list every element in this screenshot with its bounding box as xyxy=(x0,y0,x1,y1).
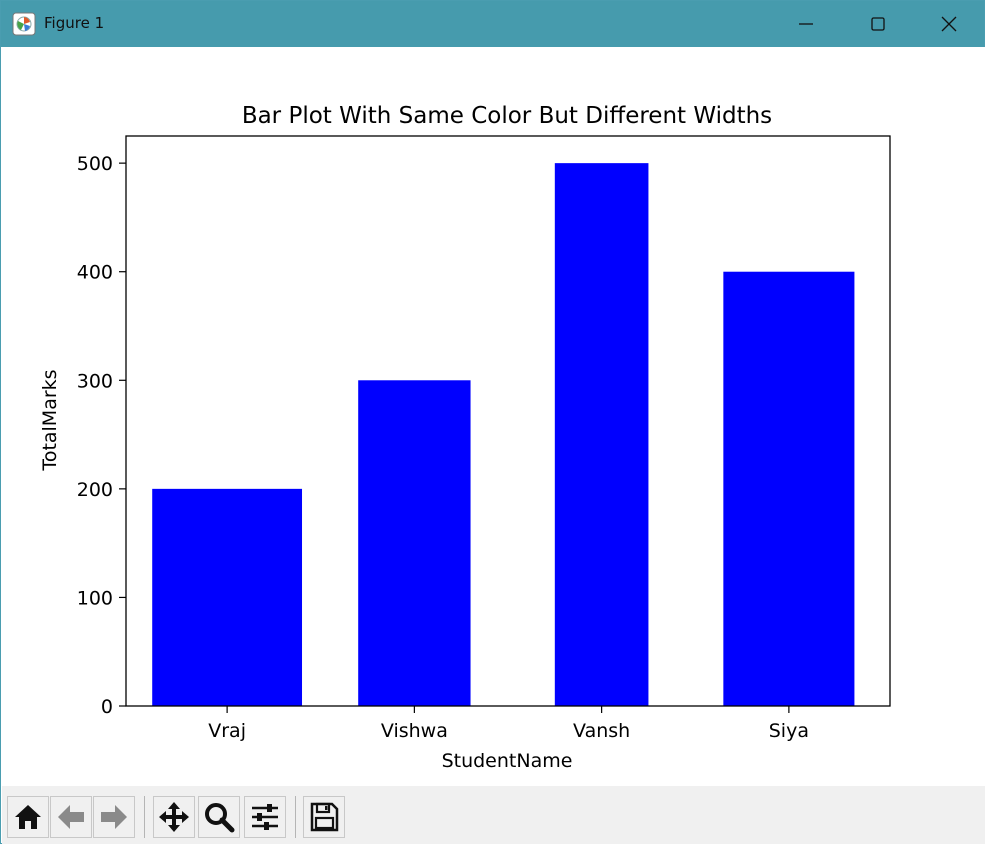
y-tick-label: 100 xyxy=(77,587,113,609)
zoom-button[interactable] xyxy=(198,796,240,838)
move-arrows-icon xyxy=(159,802,189,832)
y-tick-label: 200 xyxy=(77,479,113,501)
bar-vraj xyxy=(152,488,303,706)
chart-title: Bar Plot With Same Color But Different W… xyxy=(242,103,772,129)
bar-siya xyxy=(723,271,855,706)
x-tick-label: Vishwa xyxy=(381,720,448,742)
magnifier-icon xyxy=(205,803,235,833)
y-tick-label: 500 xyxy=(77,153,113,175)
back-button[interactable] xyxy=(50,796,92,838)
toolbar-separator xyxy=(295,796,296,838)
bar-vansh xyxy=(554,163,649,707)
figure-window: Figure 1 Bar Plot With Same Color But Di… xyxy=(0,0,985,844)
bar-vishwa xyxy=(358,380,471,706)
title-bar[interactable]: Figure 1 xyxy=(1,1,984,47)
save-button[interactable] xyxy=(303,796,345,838)
minimize-icon xyxy=(799,23,813,25)
home-button[interactable] xyxy=(7,796,49,838)
figure-canvas[interactable]: Bar Plot With Same Color But Different W… xyxy=(2,47,985,786)
maximize-button[interactable] xyxy=(842,1,914,47)
matplotlib-figure-icon xyxy=(12,12,36,36)
pan-button[interactable] xyxy=(153,796,195,838)
close-button[interactable] xyxy=(913,1,985,47)
close-icon xyxy=(941,16,957,32)
floppy-disk-icon xyxy=(310,802,339,832)
navigation-toolbar xyxy=(2,786,985,844)
y-axis-label: TotalMarks xyxy=(39,369,61,471)
arrow-right-icon xyxy=(101,805,127,829)
sliders-icon xyxy=(252,804,278,830)
x-tick-label: Vraj xyxy=(208,720,246,742)
configure-subplots-button[interactable] xyxy=(244,796,286,838)
maximize-icon xyxy=(871,17,885,31)
x-tick-label: Vansh xyxy=(573,720,630,742)
y-tick-label: 0 xyxy=(101,696,113,718)
y-tick-label: 400 xyxy=(77,262,113,284)
forward-button[interactable] xyxy=(93,796,135,838)
home-icon xyxy=(15,805,41,829)
x-tick-label: Siya xyxy=(769,720,809,742)
window-title: Figure 1 xyxy=(44,14,105,32)
y-tick-label: 300 xyxy=(77,370,113,392)
bar-chart: Bar Plot With Same Color But Different W… xyxy=(39,103,891,772)
toolbar-separator xyxy=(144,796,145,838)
x-axis-label: StudentName xyxy=(442,750,573,772)
arrow-left-icon xyxy=(58,805,84,829)
minimize-button[interactable] xyxy=(770,1,842,47)
